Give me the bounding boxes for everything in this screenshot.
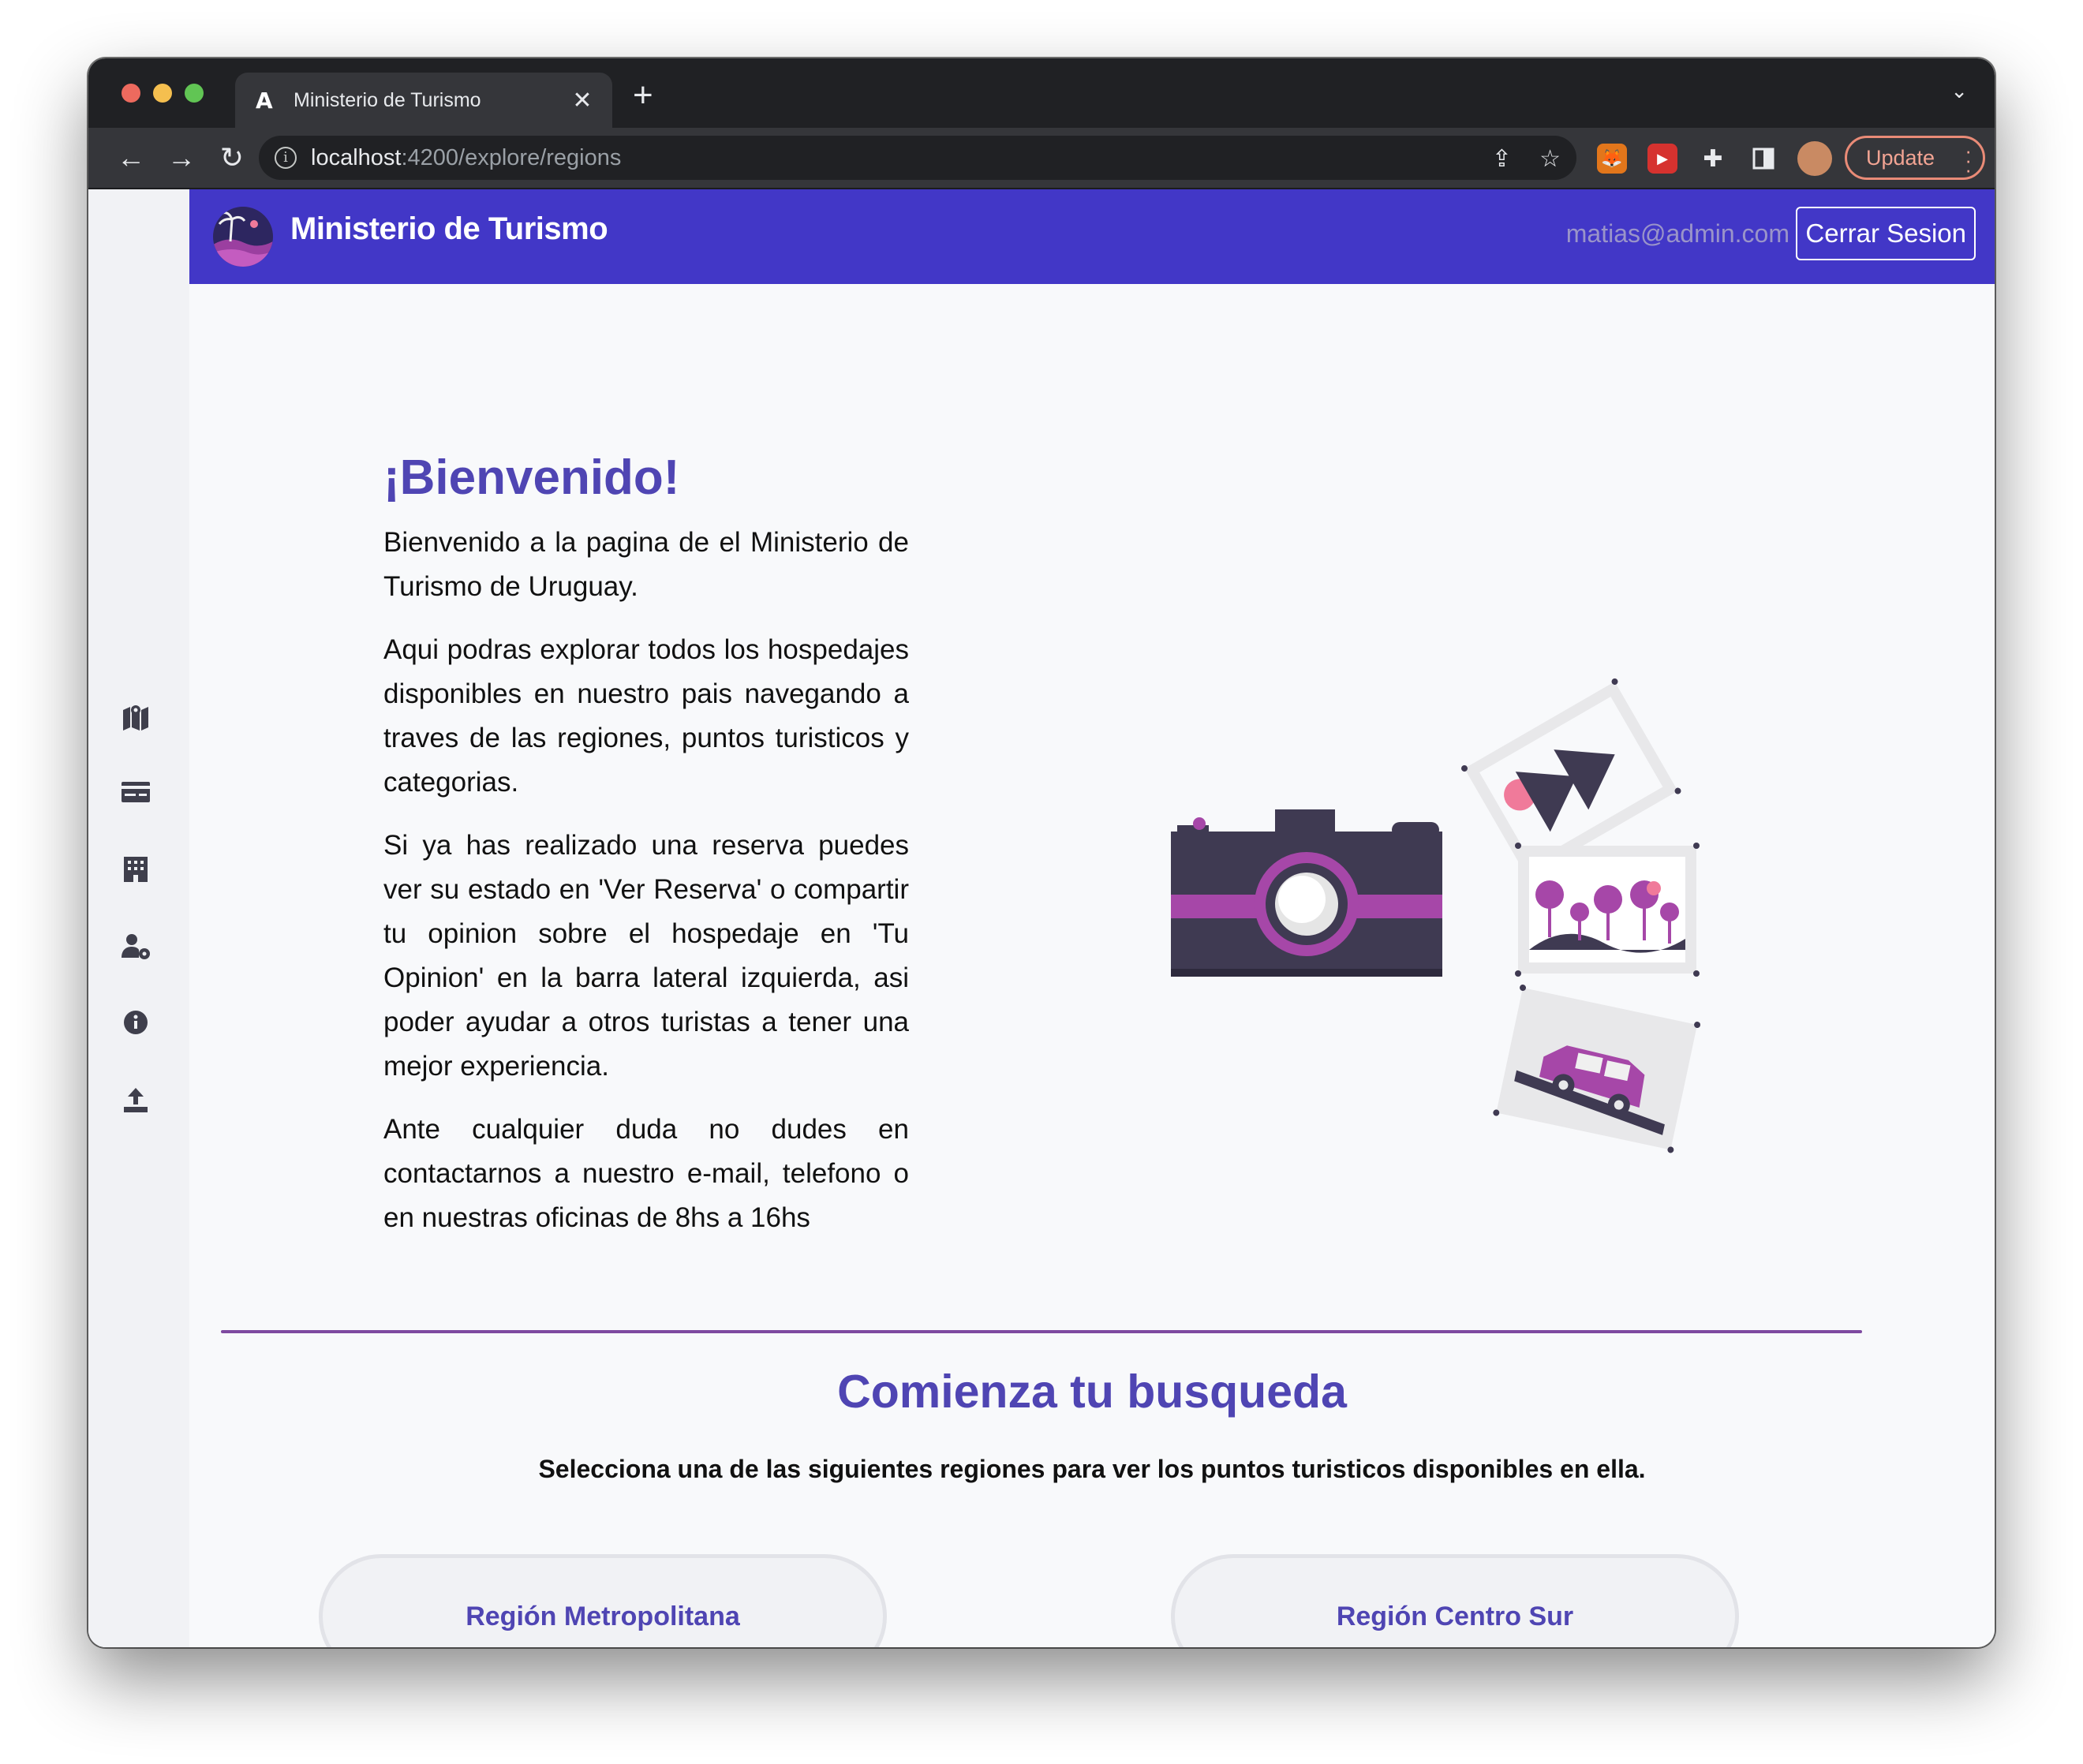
- app-content: Ministerio de Turismo matias@admin.com C…: [88, 189, 1995, 1647]
- map-icon[interactable]: [118, 699, 153, 734]
- app-header: Ministerio de Turismo matias@admin.com C…: [189, 189, 1995, 284]
- user-settings-icon[interactable]: [118, 929, 153, 964]
- url-path: :4200/explore/regions: [401, 144, 622, 170]
- more-menu-icon[interactable]: · · ·: [1965, 140, 1972, 180]
- welcome-text: Bienvenido a la pagina de el Ministerio …: [383, 521, 909, 1259]
- welcome-paragraph: Si ya has realizado una reserva puedes v…: [383, 830, 909, 1082]
- side-panel-icon[interactable]: [1748, 144, 1778, 174]
- tab-title: Ministerio de Turismo: [294, 88, 481, 111]
- address-bar[interactable]: i localhost:4200/explore/regions ⇪ ☆: [259, 136, 1576, 180]
- camera-icon: [1171, 809, 1442, 977]
- update-button[interactable]: Update · · ·: [1845, 136, 1985, 180]
- tab-bar: A Ministerio de Turismo ✕ + ⌄: [88, 58, 1995, 128]
- section-divider: [221, 1330, 1862, 1333]
- tab-search-chevron-icon[interactable]: ⌄: [1950, 79, 1968, 103]
- browser-toolbar: ← → ↻ i localhost:4200/explore/regions ⇪…: [88, 128, 1995, 189]
- back-icon[interactable]: ←: [112, 139, 150, 177]
- ministry-logo: [213, 207, 273, 267]
- search-title: Comienza tu busqueda: [837, 1366, 1347, 1418]
- site-info-icon[interactable]: i: [275, 147, 297, 169]
- sidebar: [88, 189, 189, 1647]
- welcome-title: ¡Bienvenido!: [383, 450, 680, 505]
- profile-avatar[interactable]: [1797, 141, 1832, 176]
- search-subtitle: Selecciona una de las siguientes regione…: [538, 1455, 1646, 1483]
- region-button-centro-sur[interactable]: Región Centro Sur: [1171, 1554, 1739, 1647]
- car-photo-icon: [1493, 985, 1701, 1153]
- new-tab-icon[interactable]: +: [633, 76, 653, 115]
- minimize-window-button[interactable]: [153, 84, 172, 103]
- forward-icon[interactable]: →: [163, 139, 200, 177]
- card-icon[interactable]: [118, 775, 153, 809]
- url-host: localhost: [311, 144, 402, 170]
- close-window-button[interactable]: [122, 84, 140, 103]
- welcome-paragraph: Bienvenido a la pagina de el Ministerio …: [383, 527, 909, 602]
- brand-title[interactable]: Ministerio de Turismo: [290, 211, 608, 247]
- close-tab-icon[interactable]: ✕: [567, 87, 598, 114]
- maximize-window-button[interactable]: [185, 84, 204, 103]
- update-label: Update: [1866, 145, 1935, 170]
- url-text[interactable]: localhost:4200/explore/regions: [311, 145, 621, 171]
- angular-favicon-icon: A: [256, 87, 273, 114]
- logout-button[interactable]: Cerrar Sesion: [1796, 207, 1976, 260]
- hotel-icon[interactable]: [118, 852, 153, 887]
- user-email: matias@admin.com: [1565, 219, 1789, 248]
- browser-window: A Ministerio de Turismo ✕ + ⌄ ← → ↻ i lo…: [88, 58, 1995, 1647]
- welcome-paragraph: Ante cualquier duda no dudes en contacta…: [383, 1114, 909, 1233]
- camera-photos-illustration: [1171, 631, 1723, 1183]
- info-icon[interactable]: [118, 1005, 153, 1040]
- region-button-metropolitana[interactable]: Región Metropolitana: [319, 1554, 887, 1647]
- reload-icon[interactable]: ↻: [213, 139, 251, 177]
- extensions-puzzle-icon[interactable]: ✚: [1698, 144, 1728, 174]
- share-icon[interactable]: ⇪: [1492, 145, 1512, 173]
- video-extension-icon[interactable]: ▶: [1647, 144, 1677, 174]
- bookmark-star-icon[interactable]: ☆: [1539, 145, 1561, 173]
- trees-photo-icon: [1515, 843, 1700, 977]
- metamask-extension-icon[interactable]: 🦊: [1597, 144, 1627, 174]
- upload-icon[interactable]: [118, 1082, 153, 1117]
- welcome-paragraph: Aqui podras explorar todos los hospedaje…: [383, 634, 909, 798]
- browser-tab[interactable]: A Ministerio de Turismo ✕: [235, 73, 612, 128]
